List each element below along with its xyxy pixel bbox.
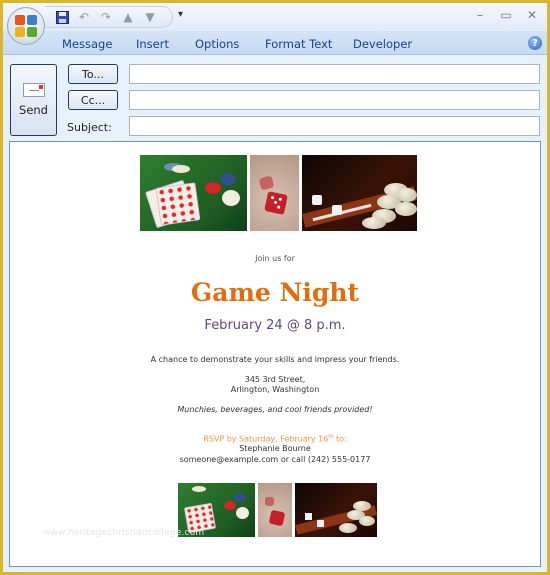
- rsvp-name: Stephanie Bourne: [239, 444, 311, 453]
- close-button[interactable]: ✕: [523, 7, 541, 23]
- subject-field[interactable]: [129, 116, 540, 136]
- office-button[interactable]: [7, 7, 45, 45]
- tab-format-text[interactable]: Format Text: [265, 37, 332, 51]
- dice-image: [250, 155, 299, 231]
- message-body[interactable]: Join us for Game Night February 24 @ 8 p…: [9, 141, 541, 567]
- help-icon[interactable]: ?: [528, 36, 542, 50]
- tab-message[interactable]: Message: [62, 37, 112, 51]
- previous-item-icon[interactable]: ▲: [121, 10, 135, 24]
- die-white: [317, 520, 324, 527]
- customize-toolbar-icon[interactable]: ▾: [178, 9, 183, 20]
- event-title: Game Night: [190, 278, 360, 307]
- redo-icon[interactable]: ↷: [99, 10, 113, 24]
- rsvp-prefix: RSVP by Saturday, February 16: [203, 434, 329, 444]
- subject-label: Subject:: [67, 121, 112, 134]
- window-controls: – ▭ ✕: [471, 7, 541, 23]
- envelope-icon: [22, 83, 45, 97]
- rsvp-contact: someone@example.com or call (242) 555-01…: [179, 455, 371, 464]
- undo-icon[interactable]: ↶: [77, 10, 91, 24]
- backgammon-image: [302, 155, 417, 231]
- bottom-image-strip: [178, 483, 377, 537]
- next-item-icon[interactable]: ▼: [143, 10, 157, 24]
- ribbon-tabs: Message Insert Options Format Text Devel…: [3, 31, 547, 55]
- to-field[interactable]: [129, 64, 540, 84]
- to-button[interactable]: To...: [68, 64, 118, 84]
- munchies-text: Munchies, beverages, and cool friends pr…: [177, 405, 373, 414]
- event-date: February 24 @ 8 p.m.: [204, 318, 346, 333]
- outlook-message-window: ↶ ↷ ▲ ▼ ▾ – ▭ ✕ Message Insert Options F…: [3, 3, 547, 572]
- rsvp-suffix: to:: [333, 434, 347, 444]
- address-line-2: Arlington, Washington: [230, 385, 320, 394]
- cc-field[interactable]: [129, 90, 540, 110]
- tab-developer[interactable]: Developer: [353, 37, 412, 51]
- join-us-text: Join us for: [255, 254, 295, 263]
- rsvp-deadline: RSVP by Saturday, February 16th to:: [10, 434, 540, 444]
- minimize-button[interactable]: –: [471, 7, 489, 23]
- quick-access-toolbar: ↶ ↷ ▲ ▼: [45, 6, 173, 28]
- backgammon-image: [295, 483, 377, 537]
- die-white: [312, 195, 322, 205]
- watermark-text: www.heritagechristiancollege.com: [43, 528, 205, 538]
- title-bar: ↶ ↷ ▲ ▼ ▾ – ▭ ✕: [3, 3, 547, 31]
- cc-button[interactable]: Cc...: [68, 90, 118, 110]
- tab-options[interactable]: Options: [195, 37, 239, 51]
- office-logo-icon: [15, 15, 37, 37]
- address-line-1: 345 3rd Street,: [244, 375, 306, 384]
- die-white: [332, 205, 342, 215]
- maximize-button[interactable]: ▭: [497, 7, 515, 23]
- send-button[interactable]: Send: [10, 64, 57, 136]
- event-description: A chance to demonstrate your skills and …: [150, 355, 400, 364]
- tab-insert[interactable]: Insert: [136, 37, 169, 51]
- die-white: [305, 513, 312, 520]
- dice-image: [258, 483, 292, 537]
- poker-image: [140, 155, 247, 231]
- top-image-strip: [140, 155, 417, 231]
- save-icon[interactable]: [55, 10, 69, 24]
- send-label: Send: [19, 103, 48, 117]
